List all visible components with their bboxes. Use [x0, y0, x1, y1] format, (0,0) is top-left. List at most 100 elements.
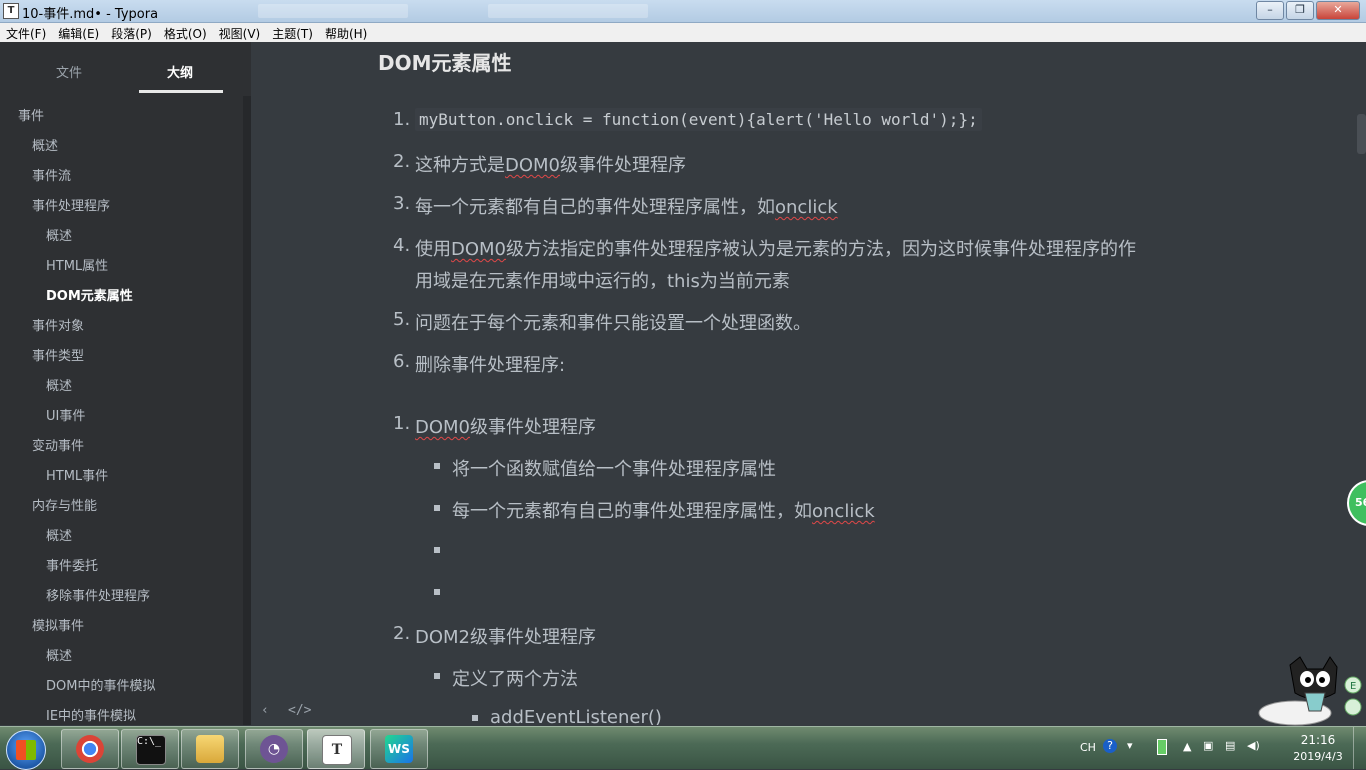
bullet-item: addEventListener()	[490, 707, 662, 725]
windows-logo-icon	[16, 740, 36, 760]
bullet-square-empty-item[interactable]	[434, 547, 440, 553]
folder-icon	[196, 735, 224, 763]
outline-item[interactable]: 移除事件处理程序	[46, 585, 150, 604]
list-item: 每一个元素都有自己的事件处理程序属性，如onclick	[415, 193, 838, 219]
text-span: 每一个元素都有自己的事件处理程序属性，如	[415, 197, 775, 218]
outline-item[interactable]: 事件类型	[32, 345, 84, 364]
input-method-indicator[interactable]: CH	[1080, 741, 1096, 754]
list-item: 这种方式是DOM0级事件处理程序	[415, 151, 686, 177]
github-cat-icon: ◔	[260, 735, 288, 763]
background-tab-ghost	[488, 4, 648, 18]
list-item: myButton.onclick = function(event){alert…	[415, 108, 982, 131]
section-heading: DOM元素属性	[378, 51, 512, 75]
command-prompt-icon: C:\_	[136, 735, 166, 765]
taskbar-app-typora[interactable]: T	[307, 729, 365, 769]
spell-flagged-word: DOM0	[451, 239, 507, 260]
outline-item[interactable]: 事件对象	[32, 315, 84, 334]
spell-flagged-word: DOM0	[505, 155, 561, 176]
minimize-button[interactable]: –	[1256, 1, 1284, 20]
spell-flagged-word: onclick	[812, 501, 875, 522]
tab-outline[interactable]: 大纲	[167, 62, 193, 81]
list-item: 问题在于每个元素和事件只能设置一个处理函数。	[415, 313, 811, 334]
outline-item[interactable]: 模拟事件	[32, 615, 84, 634]
taskbar-app-webstorm[interactable]: WS	[370, 729, 428, 769]
outline-item[interactable]: 事件委托	[46, 555, 98, 574]
outline-item[interactable]: 概述	[46, 225, 72, 244]
inline-code: myButton.onclick = function(event){alert…	[415, 108, 982, 131]
list-item: 使用DOM0级方法指定的事件处理程序被认为是元素的方法，因为这时候事件处理程序的…	[415, 235, 1136, 261]
typora-icon: T	[322, 735, 352, 765]
outline-item[interactable]: 变动事件	[32, 435, 84, 454]
list-number: 1.	[393, 109, 411, 130]
battery-icon[interactable]	[1157, 739, 1167, 755]
bullet-item: 将一个函数赋值给一个事件处理程序属性	[452, 459, 776, 480]
outline-item[interactable]: 事件	[18, 105, 44, 124]
list-item-continuation: 用域是在元素作用域中运行的，this为当前元素	[415, 271, 790, 292]
outline-item[interactable]: 事件流	[32, 165, 71, 184]
outline-item[interactable]: 概述	[46, 525, 72, 544]
network-icon[interactable]: ▤	[1225, 739, 1235, 752]
outline-item[interactable]: HTML属性	[46, 255, 108, 274]
bullet-square	[434, 673, 440, 679]
svg-text:E: E	[1350, 681, 1356, 692]
menu-paragraph[interactable]: 段落(P)	[105, 23, 158, 42]
bullet-square	[434, 505, 440, 511]
editor-scrollbar-thumb[interactable]	[1357, 114, 1366, 154]
list-number: 4.	[393, 235, 411, 256]
status-bar: ‹ </>	[251, 700, 351, 724]
tray-app-icon[interactable]: ▣	[1203, 739, 1213, 752]
taskbar-app-cmd[interactable]: C:\_	[121, 729, 179, 769]
taskbar-app-github[interactable]: ◔	[245, 729, 303, 769]
volume-icon[interactable]: ◀)	[1247, 739, 1260, 752]
active-tab-indicator	[139, 90, 223, 93]
list-item: 删除事件处理程序:	[415, 355, 566, 376]
menu-edit[interactable]: 编辑(E)	[52, 23, 105, 42]
list-item: DOM0级事件处理程序	[415, 413, 596, 439]
system-tray: CH ? ▾ ▲ ▣ ▤ ◀) 21:16 2019/4/3	[1075, 727, 1366, 769]
outline-item[interactable]: HTML事件	[46, 465, 108, 484]
menu-help[interactable]: 帮助(H)	[319, 23, 373, 42]
tab-files[interactable]: 文件	[56, 62, 82, 81]
menu-view[interactable]: 视图(V)	[213, 23, 267, 42]
editor-area[interactable]: DOM元素属性 1. myButton.onclick = function(e…	[251, 42, 1366, 725]
show-hidden-icons[interactable]: ▲	[1183, 740, 1191, 753]
outline-item[interactable]: DOM中的事件模拟	[46, 675, 155, 694]
cat-mascot-icon[interactable]: E	[1255, 655, 1365, 727]
text-span: 使用	[415, 239, 451, 260]
outline-item[interactable]: UI事件	[46, 405, 85, 424]
outline-item[interactable]: 概述	[46, 375, 72, 394]
collapse-sidebar-icon[interactable]: ‹	[261, 703, 269, 718]
bullet-item: 每一个元素都有自己的事件处理程序属性，如onclick	[452, 497, 875, 523]
bullet-square	[472, 715, 478, 721]
taskbar-app-chrome[interactable]	[61, 729, 119, 769]
bullet-square-empty-item[interactable]	[434, 589, 440, 595]
list-number: 5.	[393, 309, 411, 330]
clock-date[interactable]: 2019/4/3	[1288, 750, 1348, 763]
list-number: 2.	[393, 623, 411, 644]
typora-app-icon[interactable]: T	[3, 3, 19, 19]
help-icon[interactable]: ?	[1103, 739, 1117, 753]
close-button[interactable]: ✕	[1316, 1, 1360, 20]
text-span: 级事件处理程序	[560, 155, 687, 176]
menu-format[interactable]: 格式(O)	[158, 23, 213, 42]
clock-time[interactable]: 21:16	[1288, 733, 1348, 747]
menu-file[interactable]: 文件(F)	[0, 23, 52, 42]
menu-theme[interactable]: 主题(T)	[266, 23, 319, 42]
outline-item[interactable]: IE中的事件模拟	[46, 705, 136, 724]
outline-item[interactable]: 事件处理程序	[32, 195, 110, 214]
source-code-mode-icon[interactable]: </>	[288, 703, 311, 718]
menu-bar: 文件(F) 编辑(E) 段落(P) 格式(O) 视图(V) 主题(T) 帮助(H)	[0, 23, 1366, 42]
outline-item-active[interactable]: DOM元素属性	[46, 285, 133, 304]
webstorm-icon: WS	[385, 735, 413, 763]
outline-item[interactable]: 概述	[32, 135, 58, 154]
bullet-item: 定义了两个方法	[452, 669, 578, 690]
start-button[interactable]	[6, 730, 46, 770]
maximize-button[interactable]: ❐	[1286, 1, 1314, 20]
list-number: 1.	[393, 413, 411, 434]
taskbar-app-explorer[interactable]	[181, 729, 239, 769]
sidebar-scrollbar[interactable]	[243, 96, 251, 725]
show-desktop-button[interactable]	[1353, 727, 1366, 769]
outline-item[interactable]: 内存与性能	[32, 495, 97, 514]
outline-item[interactable]: 概述	[46, 645, 72, 664]
tray-options-icon[interactable]: ▾	[1127, 739, 1133, 752]
